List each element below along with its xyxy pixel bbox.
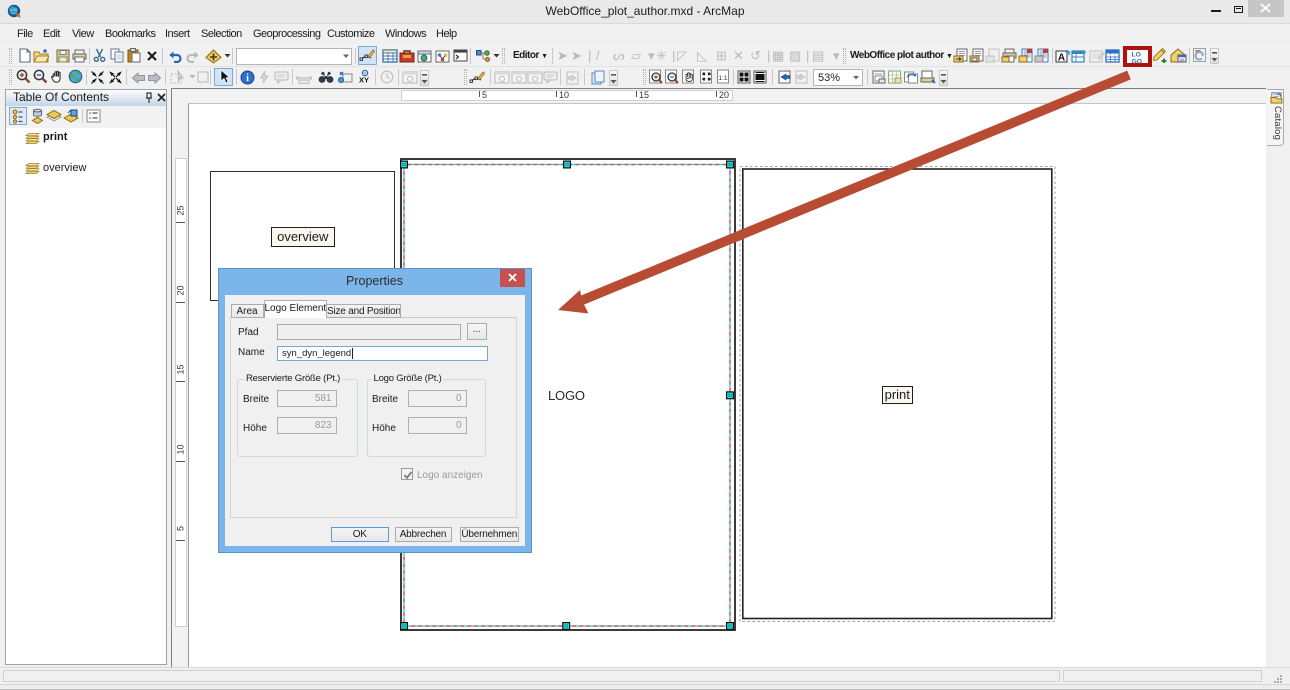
svg-text:1:1: 1:1 xyxy=(718,75,727,82)
svg-text:A: A xyxy=(1058,53,1065,64)
svg-text:XY: XY xyxy=(359,76,369,85)
svg-text:i: i xyxy=(246,73,249,84)
svg-text:GO: GO xyxy=(1132,58,1143,64)
